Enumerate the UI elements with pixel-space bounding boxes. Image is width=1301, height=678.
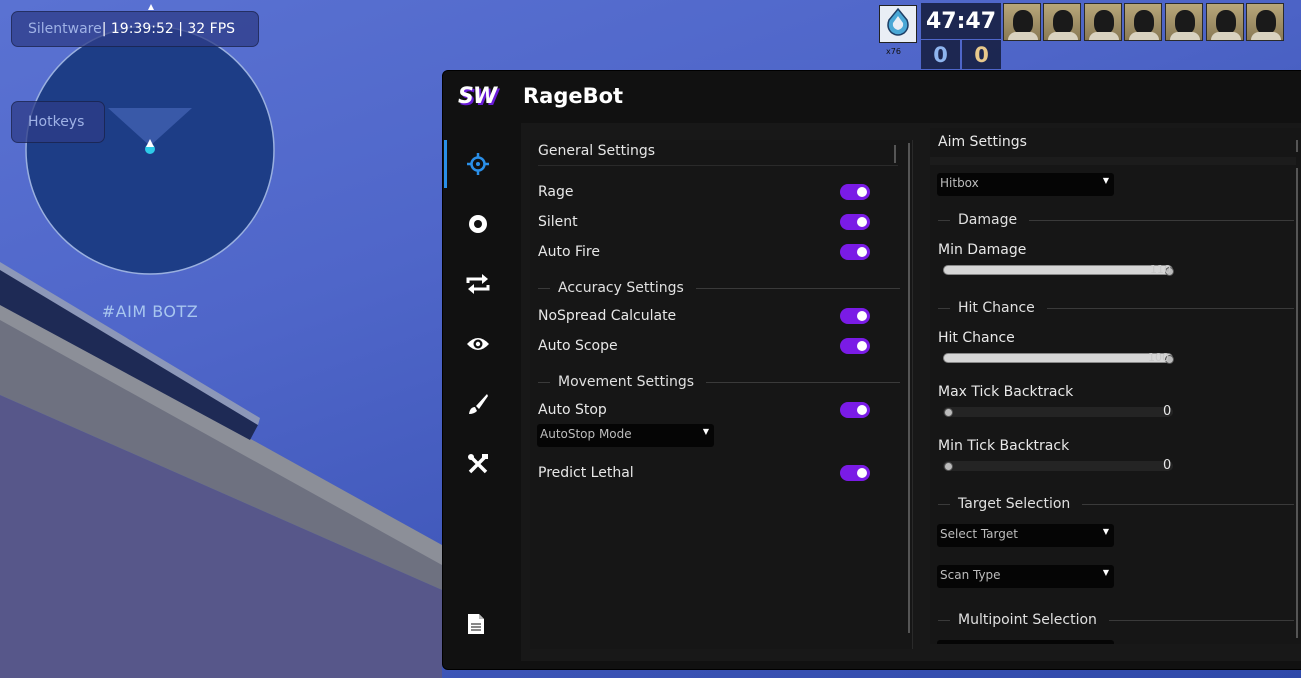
accuracy-settings-section: Accuracy Settings [538,279,900,297]
target-selection-section: Target Selection [938,495,1294,513]
tools-icon[interactable] [465,451,491,477]
silent-label: Silent [538,214,578,230]
hit-chance-label: Hit Chance [938,330,1015,346]
emblem-subtext: x76 [886,47,901,56]
max-tick-backtrack-slider[interactable] [943,407,1173,417]
player-avatar [1003,3,1041,41]
autostop-mode-value: AutoStop Mode [540,427,632,441]
target-dot-icon[interactable] [465,211,491,237]
hitbox-value: Hitbox [940,176,979,190]
rage-label: Rage [538,184,574,200]
file-icon[interactable] [463,611,489,637]
chevron-down-icon: ▼ [1102,568,1109,577]
select-target-dropdown[interactable]: Select Target ▼ [937,524,1114,547]
radar-map-label: #AIM BOTZ [101,302,199,321]
scan-type-dropdown[interactable]: Scan Type ▼ [937,565,1114,588]
watermark-info: | 19:39:52 | 32 FPS [101,21,236,37]
aim-settings-divider [930,157,1296,165]
auto-stop-toggle[interactable] [840,402,870,418]
menu-title: RageBot [523,84,624,108]
accuracy-settings-header: Accuracy Settings [558,280,684,296]
multipoint-dropdown[interactable] [937,640,1114,644]
general-settings-header: General Settings [538,143,898,166]
right-panel-scrollbar[interactable] [1296,168,1298,638]
damage-header: Damage [958,212,1018,228]
min-damage-value: 110 [1150,263,1171,276]
round-timer: 47:47 [921,3,1001,39]
hotkeys-panel: Hotkeys [11,101,105,143]
predict-lethal-toggle[interactable] [840,465,870,481]
min-tick-backtrack-label: Min Tick Backtrack [938,438,1070,454]
player-avatar [1084,3,1122,41]
auto-scope-toggle[interactable] [840,338,870,354]
multipoint-selection-header: Multipoint Selection [958,612,1097,628]
movement-settings-header: Movement Settings [558,374,695,390]
min-damage-slider[interactable] [943,265,1174,276]
movement-settings-section: Movement Settings [538,373,900,391]
sidebar-active-indicator [444,140,447,188]
nospread-toggle[interactable] [840,308,870,324]
auto-fire-toggle[interactable] [840,244,870,260]
brush-icon[interactable] [465,391,491,417]
autostop-mode-dropdown[interactable]: AutoStop Mode ▼ [537,424,714,447]
left-panel-scrollbar[interactable] [908,143,910,633]
eye-icon[interactable] [465,331,491,357]
player-avatar [1043,3,1081,41]
multipoint-selection-section: Multipoint Selection [938,611,1294,629]
max-tick-backtrack-label: Max Tick Backtrack [938,384,1074,400]
scan-type-value: Scan Type [940,568,1001,582]
chevron-down-icon: ▼ [1102,176,1109,185]
hit-chance-slider[interactable] [943,353,1174,364]
hit-chance-section: Hit Chance [938,299,1294,317]
auto-scope-label: Auto Scope [538,338,618,354]
predict-lethal-label: Predict Lethal [538,465,634,481]
radar-north-marker [148,4,154,10]
nospread-label: NoSpread Calculate [538,308,677,324]
max-tick-backtrack-value: 0 [1163,404,1172,419]
silent-toggle[interactable] [840,214,870,230]
player-avatar [1206,3,1244,41]
min-tick-backtrack-value: 0 [1163,458,1172,473]
hitbox-dropdown[interactable]: Hitbox ▼ [937,173,1114,196]
player-avatar [1124,3,1162,41]
watermark: Silentware | 19:39:52 | 32 FPS [11,11,259,47]
menu-logo: SW [458,84,497,109]
hit-chance-value: 100 [1148,351,1169,364]
watermark-brand: Silentware [28,21,102,37]
chevron-down-icon: ▼ [702,427,709,436]
min-tick-backtrack-slider[interactable] [943,461,1173,471]
chevron-down-icon: ▼ [1102,527,1109,536]
damage-section: Damage [938,211,1294,229]
right-panel-scrollbar-top[interactable] [1296,140,1298,152]
t-score: 0 [962,40,1001,69]
player-avatar [1165,3,1203,41]
ct-score: 0 [921,40,960,69]
slider-handle[interactable] [944,408,953,417]
aim-settings-header: Aim Settings [938,134,1027,150]
team-emblem-icon [879,5,917,43]
hit-chance-header: Hit Chance [958,300,1035,316]
player-avatar [1246,3,1284,41]
crosshair-icon[interactable] [465,151,491,177]
swap-icon[interactable] [465,271,491,297]
select-target-value: Select Target [940,527,1018,541]
target-selection-header: Target Selection [958,496,1071,512]
min-damage-label: Min Damage [938,242,1027,258]
auto-fire-label: Auto Fire [538,244,600,260]
rage-toggle[interactable] [840,184,870,200]
auto-stop-label: Auto Stop [538,402,607,418]
slider-handle[interactable] [944,462,953,471]
